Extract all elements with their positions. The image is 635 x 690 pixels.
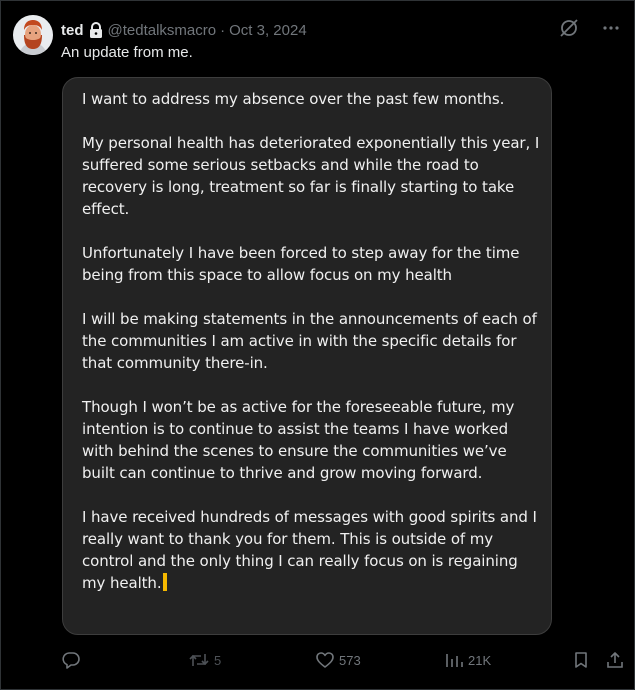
image-paragraph-last: I have received hundreds of messages wit… [82,506,542,594]
grok-icon[interactable] [558,17,580,39]
header-actions [558,17,622,39]
image-text: I want to address my absence over the pa… [82,88,542,616]
post-date[interactable]: Oct 3, 2024 [229,22,307,39]
bookmark-icon [571,650,591,670]
retweet-icon [188,650,210,670]
retweet-count: 5 [214,652,222,668]
retweet-button[interactable]: 5 [188,650,221,670]
share-icon [605,650,625,670]
more-icon[interactable] [600,17,622,39]
image-paragraph: I want to address my absence over the pa… [82,90,505,108]
like-button[interactable]: 573 [315,650,361,670]
post-image[interactable]: I want to address my absence over the pa… [62,77,552,635]
image-paragraph: My personal health has deteriorated expo… [82,134,540,218]
image-paragraph-text: I have received hundreds of messages wit… [82,508,537,592]
image-paragraph: I will be making statements in the annou… [82,310,537,372]
post-text: An update from me. [61,44,193,61]
view-count: 21K [468,652,492,668]
text-cursor [162,573,167,591]
avatar-image [13,15,53,55]
share-button[interactable] [605,650,625,670]
reply-button[interactable] [61,650,81,670]
avatar[interactable] [13,15,53,55]
views-button[interactable]: 21K [444,650,491,670]
image-paragraph: Unfortunately I have been forced to step… [82,244,520,284]
action-bar: 5 573 21K [61,647,627,673]
like-count: 573 [339,652,361,668]
post-header: ted @tedtalksmacro · Oct 3, 2024 [61,19,307,41]
post[interactable]: ted @tedtalksmacro · Oct 3, 2024 An upda… [0,0,635,690]
bookmark-button[interactable] [571,650,591,670]
lock-icon [88,22,104,38]
separator-dot: · [220,21,226,39]
views-icon [444,650,464,670]
heart-icon [315,650,335,670]
reply-icon [61,650,81,670]
author-handle[interactable]: @tedtalksmacro [108,22,217,39]
image-paragraph: Though I won’t be as active for the fore… [82,398,515,482]
author-name[interactable]: ted [61,22,84,39]
